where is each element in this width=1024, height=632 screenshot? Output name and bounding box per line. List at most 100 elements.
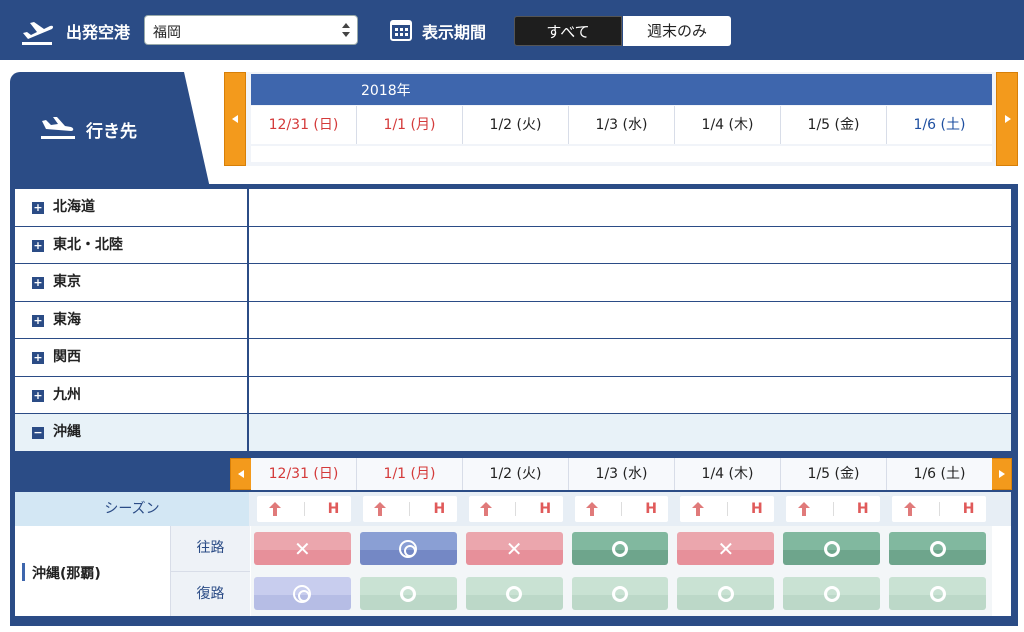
date-cell: 1/1 (月): [357, 458, 463, 490]
divider: [409, 502, 411, 516]
outbound-cell: [569, 526, 675, 571]
arrow-left-icon: [232, 115, 238, 123]
date-cell: 1/3 (水): [569, 458, 675, 490]
plus-icon[interactable]: +: [32, 314, 44, 327]
period-weekend-button[interactable]: 週末のみ: [623, 16, 731, 46]
outbound-cell: ✕: [463, 526, 569, 571]
availability-button[interactable]: [783, 577, 881, 610]
arrow-right-icon: [1005, 115, 1011, 123]
outbound-cell: [357, 526, 463, 571]
next-dates-button[interactable]: [996, 72, 1018, 166]
season-cell: H: [574, 496, 669, 522]
date-cell: 1/6 (土): [913, 466, 966, 482]
region-name-cell: + 東北・北陸: [15, 226, 249, 263]
plus-icon[interactable]: +: [32, 202, 44, 214]
high-season-mark: H: [751, 501, 763, 517]
sold-out-icon: ✕: [505, 536, 523, 561]
availability-button[interactable]: [677, 577, 775, 610]
date-cell[interactable]: 1/3 (水): [569, 106, 675, 144]
period-all-button[interactable]: すべて: [514, 16, 622, 46]
arrow-right-icon: [999, 470, 1005, 478]
divider: [727, 502, 728, 516]
high-season-mark: H: [962, 501, 975, 517]
region-row-tohoku-hokuriku[interactable]: + 東北・北陸: [15, 226, 1011, 264]
availability-button[interactable]: [571, 577, 669, 610]
region-label: 東京: [53, 274, 81, 290]
date-cell[interactable]: 1/5 (金): [781, 106, 887, 144]
return-cell: [886, 571, 992, 616]
circle-icon: [506, 585, 523, 602]
region-name-cell: − 沖縄: [15, 414, 249, 451]
date-cell: 1/5 (金): [781, 458, 887, 490]
outbound-label: 往路: [170, 526, 250, 571]
date-cell[interactable]: 1/1 (月): [357, 106, 463, 144]
outbound-cell: [780, 526, 886, 571]
circle-icon: [612, 540, 628, 557]
plus-icon[interactable]: +: [32, 239, 44, 252]
availability-button[interactable]: [889, 577, 987, 610]
date-cell[interactable]: 12/31 (日): [251, 106, 357, 144]
plus-icon[interactable]: +: [32, 389, 44, 402]
plus-icon[interactable]: +: [32, 277, 44, 289]
availability-button[interactable]: [254, 577, 351, 610]
high-season-mark: H: [856, 501, 869, 517]
season-cell: H: [786, 496, 881, 522]
okinawa-date-row: 12/31 (日) 1/1 (月) 1/2 (火) 1/3 (水) 1/4 (木…: [251, 458, 992, 490]
plus-icon[interactable]: +: [32, 352, 44, 364]
circle-icon: [823, 585, 840, 602]
region-row-okinawa[interactable]: − 沖縄: [15, 414, 1011, 452]
region-row-hokkaido[interactable]: + 北海道: [15, 189, 1011, 227]
departure-airport-value: 福岡: [153, 25, 181, 41]
double-circle-icon: [399, 539, 418, 558]
high-season-mark: H: [645, 501, 657, 517]
okinawa-prev-button[interactable]: [230, 458, 252, 490]
region-name-cell: + 東京: [15, 264, 249, 301]
availability-button[interactable]: [571, 532, 669, 565]
year-label: 2018年: [361, 83, 411, 99]
departure-airport-select[interactable]: 福岡: [144, 15, 358, 45]
region-label: 東北・北陸: [53, 236, 123, 253]
circle-icon: [929, 540, 946, 557]
region-name-cell: + 東海: [15, 301, 249, 338]
divider: [832, 502, 834, 516]
date-row: 12/31 (日) 1/1 (月) 1/2 (火) 1/3 (水) 1/4 (木…: [251, 106, 992, 144]
bottom-border: [10, 616, 1018, 626]
region-row-kyushu[interactable]: + 九州: [15, 376, 1011, 414]
availability-button[interactable]: ✕: [254, 532, 351, 565]
circle-icon: [823, 540, 840, 557]
availability-button[interactable]: ✕: [465, 532, 563, 565]
availability-button[interactable]: [359, 532, 457, 565]
prev-dates-button[interactable]: [224, 72, 246, 166]
availability-button[interactable]: [889, 532, 987, 565]
outbound-cell: ✕: [251, 526, 357, 571]
up-arrow-icon: [268, 502, 281, 516]
region-row-tokyo[interactable]: + 東京: [15, 264, 1011, 302]
return-cell: [251, 571, 357, 616]
return-cell: [463, 571, 569, 616]
region-row-tokai[interactable]: + 東海: [15, 301, 1011, 339]
up-arrow-icon: [903, 502, 916, 516]
okinawa-next-button[interactable]: [990, 458, 1012, 490]
route-marker: [22, 563, 25, 581]
availability-button[interactable]: [465, 577, 563, 610]
outbound-cell: [886, 526, 992, 571]
availability-button[interactable]: ✕: [677, 532, 775, 565]
season-cell: H: [468, 496, 563, 522]
date-cell[interactable]: 1/2 (火): [463, 106, 569, 144]
sold-out-icon: ✕: [717, 536, 735, 561]
season-cell: H: [892, 496, 987, 522]
outbound-row: ✕ ✕ ✕: [251, 526, 992, 571]
date-cell[interactable]: 1/6 (土): [887, 106, 992, 144]
circle-icon: [400, 585, 417, 602]
date-cell[interactable]: 1/4 (木): [675, 106, 781, 144]
return-cell: [569, 571, 675, 616]
date-cell: 12/31 (日): [251, 458, 357, 490]
destination-label: 行き先: [86, 122, 137, 142]
availability-button[interactable]: [359, 577, 457, 610]
minus-icon[interactable]: −: [32, 427, 44, 439]
departure-airport-label: 出発空港: [66, 23, 131, 42]
season-cells: HHHHHHH: [251, 496, 992, 522]
season-cell: H: [362, 496, 457, 522]
availability-button[interactable]: [783, 532, 881, 565]
region-row-kansai[interactable]: + 関西: [15, 339, 1011, 377]
